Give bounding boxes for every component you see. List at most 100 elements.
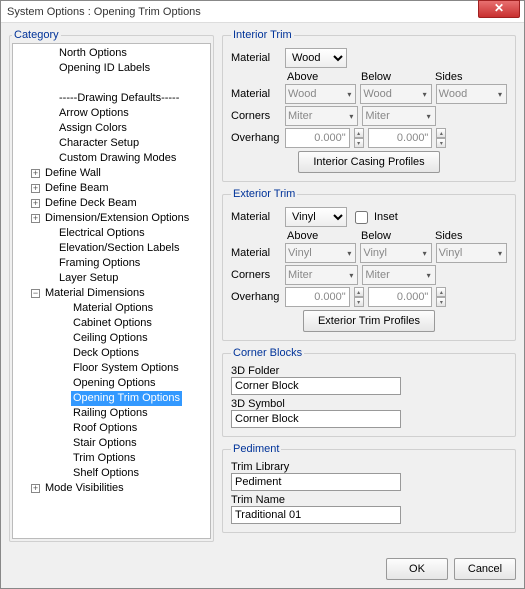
tree-bullet-icon (59, 439, 68, 448)
tree-node[interactable]: Floor System Options (17, 361, 210, 376)
tree-node-label: -----Drawing Defaults----- (57, 91, 181, 106)
tree-bullet-icon (45, 124, 54, 133)
tree-node[interactable]: Layer Setup (17, 271, 210, 286)
ok-button[interactable]: OK (386, 558, 448, 580)
tree-node[interactable]: Stair Options (17, 436, 210, 451)
tree-bullet-icon (59, 319, 68, 328)
expand-icon[interactable]: + (31, 214, 40, 223)
exterior-trim-group: Exterior Trim Material Vinyl Inset Above… (222, 188, 516, 341)
interior-col-sides: Sides (433, 71, 507, 83)
interior-corners-above[interactable]: Miter▾ (285, 106, 358, 126)
tree-bullet-icon (45, 49, 54, 58)
interior-casing-profiles-button[interactable]: Interior Casing Profiles (298, 151, 439, 173)
tree-bullet-icon (45, 64, 54, 73)
close-button[interactable]: ✕ (478, 0, 520, 18)
exterior-corners-below[interactable]: Miter▾ (362, 265, 435, 285)
tree-node[interactable]: Opening ID Labels (17, 61, 210, 76)
interior-material-select[interactable]: Wood (285, 48, 347, 68)
interior-overhang-below[interactable]: 0.000" (368, 128, 433, 148)
exterior-material-select[interactable]: Vinyl (285, 207, 347, 227)
expand-icon[interactable]: + (31, 184, 40, 193)
interior-trim-legend: Interior Trim (231, 29, 294, 41)
exterior-overhang-above-spinner[interactable]: ▴▾ (354, 287, 364, 307)
tree-bullet-icon (45, 109, 54, 118)
tree-node[interactable]: +Define Wall (17, 166, 210, 181)
tree-node[interactable]: North Options (17, 46, 210, 61)
corner-blocks-symbol-label: 3D Symbol (231, 398, 507, 410)
tree-node[interactable]: Trim Options (17, 451, 210, 466)
tree-node[interactable]: -----Drawing Defaults----- (17, 91, 210, 106)
tree-node[interactable]: Framing Options (17, 256, 210, 271)
exterior-material-above[interactable]: Vinyl▾ (285, 243, 356, 263)
tree-node[interactable]: Deck Options (17, 346, 210, 361)
tree-node-label: Railing Options (71, 406, 150, 421)
tree-bullet-icon (59, 334, 68, 343)
expand-icon[interactable]: + (31, 169, 40, 178)
pediment-group: Pediment Trim Library Trim Name (222, 443, 516, 533)
dialog-content: Category North OptionsOpening ID Labels-… (1, 23, 524, 550)
tree-node[interactable]: +Dimension/Extension Options (17, 211, 210, 226)
corner-blocks-folder-input[interactable] (231, 377, 401, 395)
chevron-down-icon: ▾ (345, 90, 353, 99)
interior-material-above[interactable]: Wood▾ (285, 84, 356, 104)
chevron-down-icon: ▾ (347, 112, 355, 121)
tree-node[interactable]: Material Options (17, 301, 210, 316)
exterior-overhang-below[interactable]: 0.000" (368, 287, 433, 307)
tree-node[interactable]: Cabinet Options (17, 316, 210, 331)
chevron-down-icon: ▾ (345, 249, 353, 258)
category-tree[interactable]: North OptionsOpening ID Labels -----Drawi… (12, 43, 211, 539)
tree-bullet-icon (45, 94, 54, 103)
tree-node[interactable]: Custom Drawing Modes (17, 151, 210, 166)
tree-node[interactable]: Shelf Options (17, 466, 210, 481)
exterior-corners-above[interactable]: Miter▾ (285, 265, 358, 285)
exterior-overhang-above[interactable]: 0.000" (285, 287, 350, 307)
tree-node[interactable]: Railing Options (17, 406, 210, 421)
exterior-trim-profiles-button[interactable]: Exterior Trim Profiles (303, 310, 435, 332)
interior-material-below[interactable]: Wood▾ (360, 84, 431, 104)
cancel-button[interactable]: Cancel (454, 558, 516, 580)
expand-icon[interactable]: + (31, 199, 40, 208)
tree-node[interactable]: Opening Options (17, 376, 210, 391)
corner-blocks-symbol-input[interactable] (231, 410, 401, 428)
tree-node-label: Assign Colors (57, 121, 129, 136)
tree-node[interactable]: −Material Dimensions (17, 286, 210, 301)
tree-node[interactable]: Elevation/Section Labels (17, 241, 210, 256)
tree-node[interactable]: Roof Options (17, 421, 210, 436)
interior-overhang-above-spinner[interactable]: ▴▾ (354, 128, 364, 148)
exterior-material-below[interactable]: Vinyl▾ (360, 243, 431, 263)
exterior-material-sides[interactable]: Vinyl▾ (436, 243, 507, 263)
pediment-lib-input[interactable] (231, 473, 401, 491)
interior-corners-below[interactable]: Miter▾ (362, 106, 435, 126)
tree-node[interactable]: +Define Beam (17, 181, 210, 196)
tree-node[interactable]: Opening Trim Options (17, 391, 210, 406)
exterior-material2-label: Material (231, 247, 281, 259)
interior-material-sides[interactable]: Wood▾ (436, 84, 507, 104)
tree-bullet-icon (59, 304, 68, 313)
interior-overhang-above[interactable]: 0.000" (285, 128, 350, 148)
pediment-name-input[interactable] (231, 506, 401, 524)
tree-node[interactable]: +Define Deck Beam (17, 196, 210, 211)
tree-node[interactable]: Arrow Options (17, 106, 210, 121)
chevron-down-icon: ▾ (425, 271, 433, 280)
tree-node-label: Mode Visibilities (43, 481, 126, 496)
interior-overhang-below-spinner[interactable]: ▴▾ (436, 128, 446, 148)
tree-bullet-icon (45, 229, 54, 238)
tree-node[interactable] (17, 76, 210, 91)
exterior-inset-checkbox[interactable] (355, 211, 368, 224)
tree-node[interactable]: Character Setup (17, 136, 210, 151)
tree-node[interactable]: +Mode Visibilities (17, 481, 210, 496)
tree-node-label: Floor System Options (71, 361, 181, 376)
tree-node[interactable]: Ceiling Options (17, 331, 210, 346)
tree-node[interactable]: Assign Colors (17, 121, 210, 136)
exterior-overhang-below-spinner[interactable]: ▴▾ (436, 287, 446, 307)
window-title: System Options : Opening Trim Options (7, 6, 478, 18)
collapse-icon[interactable]: − (31, 289, 40, 298)
expand-icon[interactable]: + (31, 484, 40, 493)
chevron-down-icon: ▾ (496, 249, 504, 258)
exterior-col-above: Above (285, 230, 359, 242)
tree-bullet-icon (59, 454, 68, 463)
tree-bullet-icon (45, 274, 54, 283)
tree-node[interactable]: Electrical Options (17, 226, 210, 241)
tree-bullet-icon (59, 409, 68, 418)
tree-bullet-icon (45, 154, 54, 163)
